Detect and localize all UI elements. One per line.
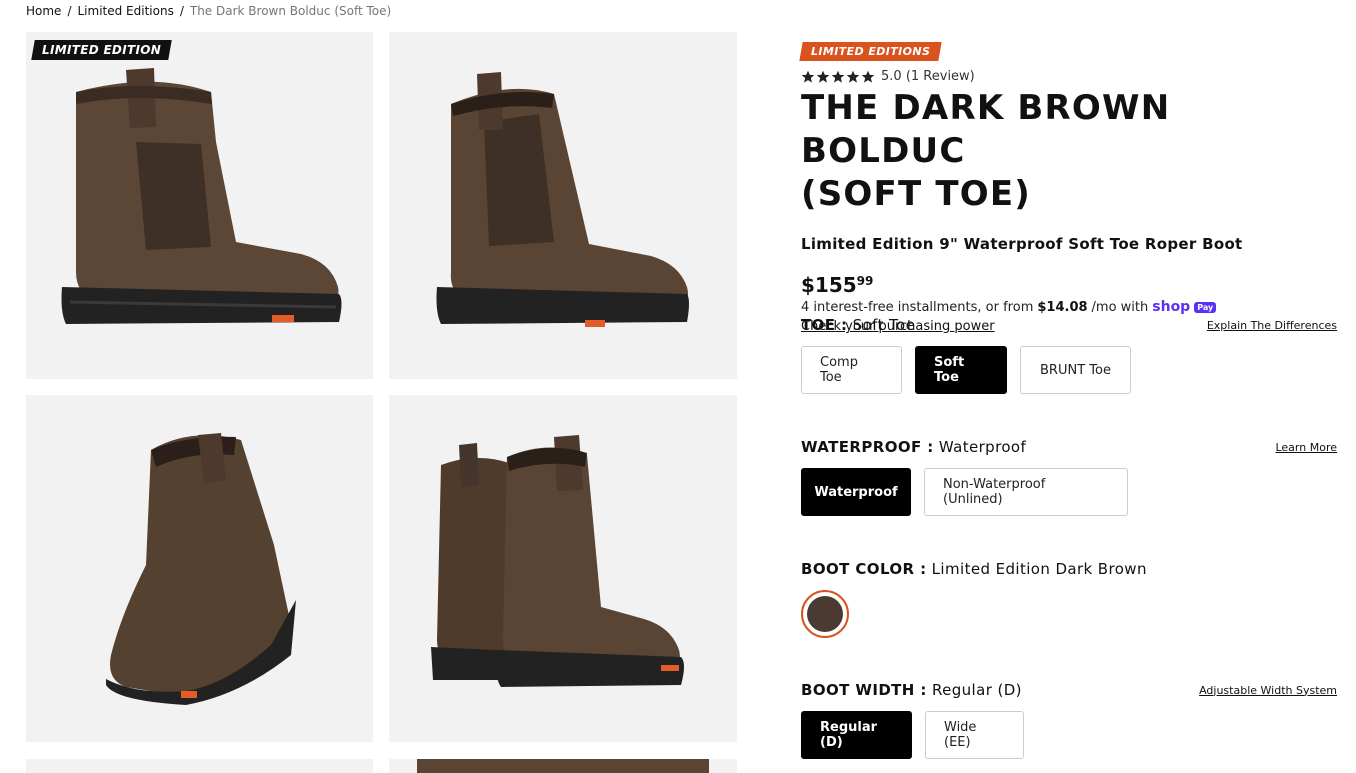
toe-label: TOE : Soft Toe	[801, 316, 916, 334]
product-subtitle: Limited Edition 9" Waterproof Soft Toe R…	[801, 235, 1243, 253]
installment-suffix: /mo with	[1091, 299, 1149, 315]
shop-pay-badge: Pay	[1194, 301, 1217, 313]
price-dollars: $155	[801, 273, 857, 297]
non-waterproof-button[interactable]: Non-Waterproof (Unlined)	[924, 468, 1128, 516]
boot-width-selected-value: Regular (D)	[931, 681, 1022, 699]
waterproof-option-header: WATERPROOF : Waterproof Learn More	[801, 438, 1337, 456]
toe-soft-button[interactable]: Soft Toe	[915, 346, 1007, 394]
boot-front-image	[106, 433, 296, 705]
boot-side-image	[61, 68, 342, 324]
product-info: LIMITED EDITIONS 5.0 (1 Review) THE DARK…	[799, 40, 1337, 334]
explain-differences-link[interactable]: Explain The Differences	[1207, 319, 1337, 332]
toe-comp-button[interactable]: Comp Toe	[801, 346, 902, 394]
price-cents: 99	[856, 274, 874, 288]
waterproof-label: WATERPROOF : Waterproof	[801, 438, 1027, 456]
star-icon	[846, 70, 860, 83]
rating[interactable]: 5.0 (1 Review)	[801, 69, 1337, 84]
limited-edition-badge: LIMITED EDITION	[31, 40, 172, 60]
product-title: THE DARK BROWN BOLDUC (SOFT TOE)	[801, 87, 1337, 216]
breadcrumb-separator: /	[179, 4, 184, 18]
toe-selected-value: Soft Toe	[852, 316, 916, 334]
boot-angle-image	[436, 72, 689, 327]
boot-width-label: BOOT WIDTH : Regular (D)	[801, 681, 1022, 699]
star-icon	[831, 70, 845, 83]
breadcrumb: Home / Limited Editions / The Dark Brown…	[26, 4, 391, 18]
product-image-side[interactable]	[26, 32, 373, 379]
breadcrumb-current: The Dark Brown Bolduc (Soft Toe)	[189, 4, 392, 18]
waterproof-button[interactable]: Waterproof	[801, 468, 911, 516]
installment-amount: $14.08	[1037, 299, 1088, 315]
product-image-angle[interactable]	[389, 32, 737, 379]
boot-color-option-header: BOOT COLOR : Limited Edition Dark Brown	[801, 560, 1337, 578]
product-image-5[interactable]	[26, 759, 373, 773]
product-title-line2: (SOFT TOE)	[801, 174, 1032, 214]
width-wide-button[interactable]: Wide (EE)	[925, 711, 1024, 759]
product-image-6[interactable]	[389, 759, 737, 773]
boot-width-options: Regular (D) Wide (EE)	[801, 711, 1024, 759]
color-swatch-fill	[807, 596, 843, 632]
boot-color-selected-value: Limited Edition Dark Brown	[931, 560, 1147, 578]
installments-text: 4 interest-free installments, or from $1…	[801, 299, 1337, 315]
width-regular-button[interactable]: Regular (D)	[801, 711, 912, 759]
color-swatch-dark-brown[interactable]	[801, 590, 849, 638]
product-title-line1: THE DARK BROWN BOLDUC	[801, 88, 1171, 171]
boot-color-label: BOOT COLOR : Limited Edition Dark Brown	[801, 560, 1147, 578]
review-count[interactable]: (1 Review)	[906, 69, 975, 84]
star-rating	[801, 70, 875, 84]
waterproof-selected-value: Waterproof	[938, 438, 1027, 456]
boot-width-option-header: BOOT WIDTH : Regular (D) Adjustable Widt…	[801, 681, 1337, 699]
breadcrumb-home[interactable]: Home	[26, 4, 61, 18]
shop-pay-logo: shop	[1152, 299, 1191, 315]
product-image-pair[interactable]	[389, 395, 737, 742]
star-icon	[816, 70, 830, 83]
boot-detail-image	[417, 759, 709, 773]
adjustable-width-system-link[interactable]: Adjustable Width System	[1199, 684, 1337, 697]
toe-options: Comp Toe Soft Toe BRUNT Toe	[801, 346, 1131, 394]
product-image-front[interactable]	[26, 395, 373, 742]
breadcrumb-separator: /	[67, 4, 72, 18]
boot-pair-image	[431, 435, 684, 687]
toe-option-header: TOE : Soft Toe Explain The Differences	[801, 316, 1337, 334]
price: $155 99	[801, 273, 1337, 297]
waterproof-options: Waterproof Non-Waterproof (Unlined)	[801, 468, 1128, 516]
breadcrumb-limited-editions[interactable]: Limited Editions	[77, 4, 173, 18]
limited-editions-badge: LIMITED EDITIONS	[799, 42, 943, 61]
installment-text: 4 interest-free installments, or from	[801, 299, 1034, 315]
toe-brunt-button[interactable]: BRUNT Toe	[1020, 346, 1131, 394]
star-icon	[861, 70, 875, 83]
learn-more-link[interactable]: Learn More	[1275, 441, 1337, 454]
rating-value: 5.0	[881, 69, 902, 84]
star-icon	[801, 70, 815, 83]
